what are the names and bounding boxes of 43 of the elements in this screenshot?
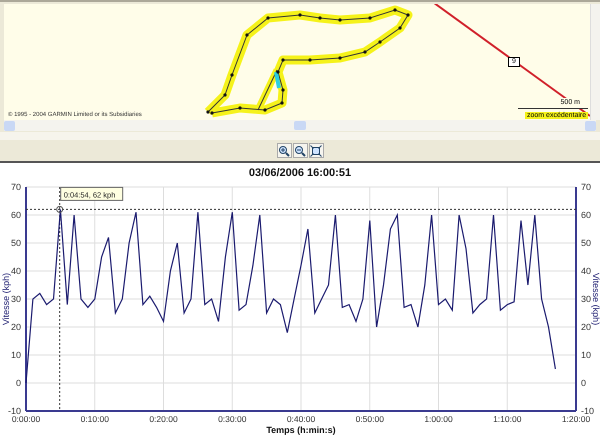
y-tick-label: 20 [10,322,21,332]
zoom-out-icon [294,144,306,156]
y-tick-label: 40 [581,266,592,276]
y-tick-label: 50 [581,238,592,248]
x-tick-label: 0:10:00 [80,414,109,424]
zoom-out-button[interactable] [292,143,308,158]
zoom-fit-button[interactable] [308,143,324,158]
scroll-thumb[interactable] [294,121,306,130]
chart-title: 03/06/2006 16:00:51 [248,166,352,181]
zoom-in-icon [278,144,290,156]
y-tick-label: 60 [10,210,21,220]
y-tick-label: 20 [581,322,592,332]
zoom-in-button[interactable] [276,143,292,158]
y-tick-label: 70 [10,183,21,192]
y-tick-label: 30 [10,294,21,304]
y-tick-label: 10 [581,350,592,360]
y-tick-label: 0 [581,378,586,388]
x-tick-label: 0:50:00 [356,414,384,424]
x-tick-label: 0:30:00 [218,414,246,424]
fit-extent-icon [310,144,322,156]
y-axis-title: Vitesse (kph) [1,272,11,326]
y-tick-label: 60 [581,210,592,220]
x-tick-label: 1:20:00 [562,414,590,424]
x-axis-title: Temps (h:min:s) [266,425,336,435]
y-tick-label: -10 [581,406,594,416]
x-tick-label: 1:10:00 [493,414,522,424]
y-tick-label: 70 [581,183,592,192]
x-tick-label: 0:40:00 [286,414,316,424]
scroll-left-button[interactable] [4,120,15,130]
y-tick-label: 50 [10,238,21,248]
y-tick-label: 40 [10,266,21,276]
marker-circle [56,206,64,213]
x-tick-label: 0:20:00 [149,414,178,424]
x-tick-label: 1:00:00 [424,414,453,424]
right-axis-title: Vitesse (kph) [591,272,600,326]
vertical-scrollbar[interactable] [590,4,600,120]
x-tick-label: 0:00:00 [12,414,40,424]
y-tick-label: -10 [8,406,21,416]
y-tick-label: 30 [581,294,592,304]
y-tick-label: 10 [10,350,21,360]
y-tick-label: 0 [16,378,21,388]
horizontal-scrollbar[interactable] [4,120,596,131]
scroll-right-button[interactable] [585,120,596,130]
